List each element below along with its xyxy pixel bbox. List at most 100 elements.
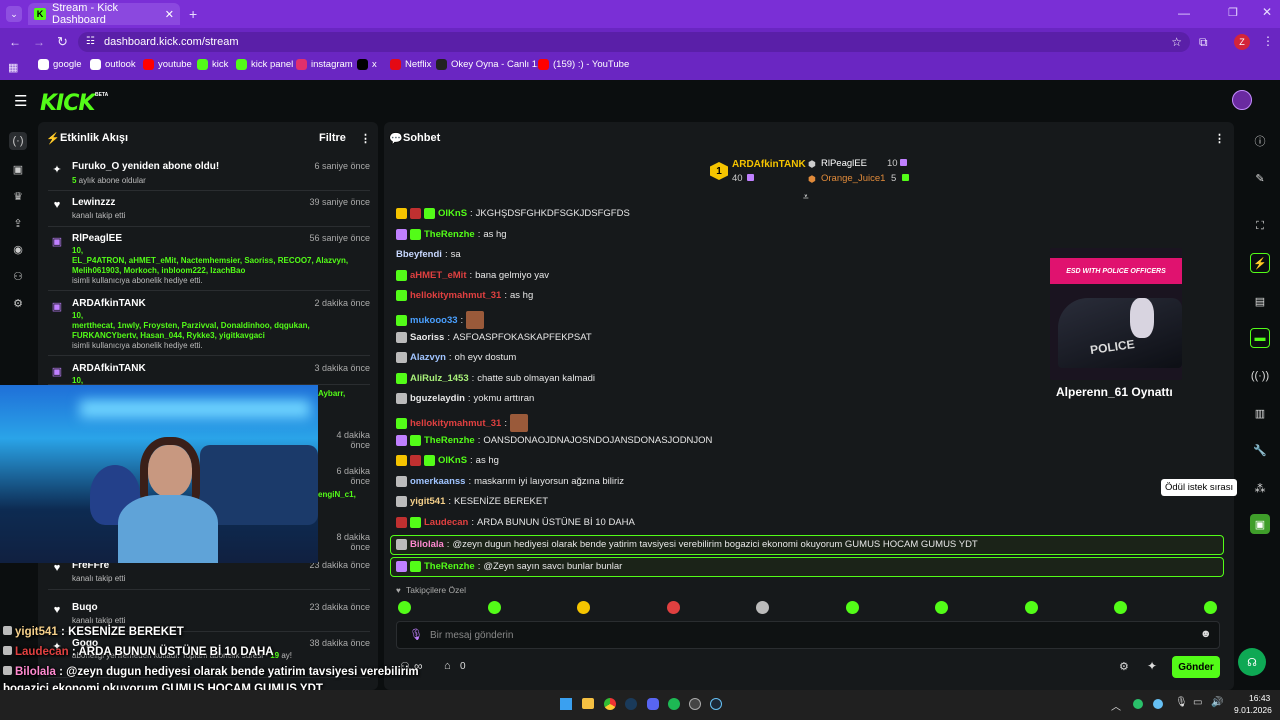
wrench-icon[interactable]: 🔧 xyxy=(1250,440,1270,460)
chat-username[interactable]: yigit541 xyxy=(410,496,445,507)
printer-icon[interactable]: ▥ xyxy=(1250,403,1270,423)
chat-tool-icon[interactable]: ▬ xyxy=(1250,328,1270,348)
activity-username[interactable]: ARDAfkinTANK xyxy=(72,363,146,374)
discord-icon[interactable] xyxy=(647,698,659,710)
emoji-icon[interactable]: ☻ xyxy=(1200,628,1212,640)
profile-avatar[interactable]: Z xyxy=(1234,34,1250,50)
user-avatar[interactable] xyxy=(1232,90,1252,110)
emote-icon[interactable] xyxy=(487,601,501,614)
forward-icon[interactable]: → xyxy=(33,35,45,49)
emote-icon[interactable] xyxy=(666,601,680,614)
chat-input[interactable]: 🎙 Bir mesaj gönderin ☻ xyxy=(396,621,1220,649)
mic-icon[interactable]: 🎙 xyxy=(409,628,423,641)
tray-chevron-icon[interactable]: ︿ xyxy=(1111,698,1121,713)
top-gifter-name[interactable]: ARDAfkinTANK xyxy=(732,159,806,170)
url-field[interactable]: ☷ dashboard.kick.com/stream ☆ xyxy=(78,32,1190,52)
chat-username[interactable]: bguzelaydin xyxy=(410,393,465,404)
activity-username[interactable]: Buqo xyxy=(72,602,98,613)
tab-search-button[interactable]: ⌄ xyxy=(6,6,22,22)
document-icon[interactable]: ▤ xyxy=(1250,291,1270,311)
chat-username[interactable]: Bbeyfendi xyxy=(396,249,442,260)
bookmark-item[interactable]: Okey Oyna - Canlı 1... xyxy=(436,59,545,70)
broadcast-icon[interactable]: (·) xyxy=(9,132,27,150)
emote-icon[interactable] xyxy=(845,601,859,614)
filter-button[interactable]: Filtre xyxy=(319,132,346,144)
back-icon[interactable]: ← xyxy=(9,35,21,49)
chat-reward-icon[interactable]: ✦ xyxy=(1147,659,1157,673)
clock-time[interactable]: 16:43 xyxy=(1249,693,1270,703)
activity-username[interactable]: Furuko_O yeniden abone oldu! xyxy=(72,161,219,172)
steam-icon[interactable] xyxy=(625,698,637,710)
kick-logo[interactable]: KICK xyxy=(40,91,95,116)
steam-icon-2[interactable] xyxy=(710,698,722,710)
expand-gifters-icon[interactable]: ⩡ xyxy=(803,192,809,203)
edit-pencil-icon[interactable]: ✎ xyxy=(1250,168,1270,188)
chat-username[interactable]: OlKnS xyxy=(438,455,467,466)
emote-icon[interactable] xyxy=(577,601,590,614)
chat-menu-icon[interactable]: ⋮ xyxy=(1214,132,1225,145)
camera-icon[interactable]: ◉ xyxy=(9,240,27,258)
site-info-icon[interactable]: ☷ xyxy=(86,36,95,47)
activity-username[interactable]: Lewinzzz xyxy=(72,197,115,208)
file-explorer-icon[interactable] xyxy=(582,698,594,709)
volume-icon[interactable]: 🔊 xyxy=(1211,697,1223,708)
bookmark-item[interactable]: Netflix xyxy=(390,59,431,70)
emote-icon[interactable] xyxy=(935,601,948,614)
reward-queue-icon[interactable]: ⁂ xyxy=(1250,478,1270,498)
chat-username[interactable]: TheRenzhe xyxy=(424,435,475,446)
bookmark-item[interactable]: kick panel xyxy=(236,59,293,70)
tab-close-icon[interactable]: ✕ xyxy=(165,8,174,21)
windows-start-icon[interactable] xyxy=(560,698,572,710)
chat-username[interactable]: mukooo33 xyxy=(410,315,458,326)
bookmark-item[interactable]: outlook xyxy=(90,59,136,70)
emote-icon[interactable] xyxy=(756,601,769,614)
new-tab-button[interactable]: + xyxy=(189,6,197,22)
spotify-icon[interactable] xyxy=(668,698,680,710)
send-button[interactable]: Gönder xyxy=(1172,656,1220,678)
stream-preview[interactable]: ESD WITH POLICE OFFICERS POLICE xyxy=(1050,248,1182,380)
chat-username[interactable]: Alazvyn xyxy=(410,352,446,363)
gifter-3-name[interactable]: Orange_Juice1 xyxy=(821,173,885,184)
chat-settings-icon[interactable]: ⚙ xyxy=(1119,660,1129,673)
extensions-icon[interactable]: ⧉ xyxy=(1199,35,1208,50)
broadcast-signal-icon[interactable]: ((·)) xyxy=(1250,366,1270,386)
tray-app-icon[interactable] xyxy=(1133,699,1143,709)
tray-mic-icon[interactable]: 🎙 xyxy=(1175,697,1188,708)
settings-gear-icon[interactable]: ⚙ xyxy=(9,294,27,312)
obs-icon[interactable] xyxy=(689,698,701,710)
dashboard-icon[interactable]: ▣ xyxy=(9,160,27,178)
emote-icon[interactable] xyxy=(1024,601,1038,614)
bookmark-item[interactable]: (159) :) - YouTube xyxy=(538,59,629,70)
chat-username[interactable]: TheRenzhe xyxy=(424,561,475,572)
chrome-icon[interactable] xyxy=(604,698,616,710)
emote-icon[interactable] xyxy=(1114,601,1127,614)
clock-date[interactable]: 9.01.2026 xyxy=(1234,705,1272,715)
activity-username[interactable]: RlPeaglEE xyxy=(72,233,122,244)
activity-menu-icon[interactable]: ⋮ xyxy=(360,132,371,145)
menu-dots-icon[interactable]: ⋮ xyxy=(1262,34,1274,48)
upload-icon[interactable]: ⇪ xyxy=(9,214,27,232)
gifter-2-name[interactable]: RlPeaglEE xyxy=(821,158,867,169)
hamburger-menu-icon[interactable]: ☰ xyxy=(14,92,27,110)
chat-username[interactable]: hellokitymahmut_31 xyxy=(410,290,501,301)
maximize-icon[interactable]: ❐ xyxy=(1228,6,1238,19)
minimize-icon[interactable]: — xyxy=(1178,6,1190,20)
channel-points-icon[interactable]: ⌂ xyxy=(444,660,451,672)
chat-username[interactable]: omerkaanss xyxy=(410,476,465,487)
bookmark-item[interactable]: kick xyxy=(197,59,228,70)
support-icon[interactable]: ☊ xyxy=(1238,648,1266,676)
emote-icon[interactable] xyxy=(398,601,411,614)
chat-username[interactable]: Bilolala xyxy=(410,539,444,550)
close-window-icon[interactable]: ✕ xyxy=(1262,5,1272,19)
apps-grid-icon[interactable]: ▦ xyxy=(8,61,18,74)
chat-username[interactable]: Saoriss xyxy=(410,332,444,343)
info-icon[interactable]: ⓘ xyxy=(1250,131,1270,151)
bookmark-star-icon[interactable]: ☆ xyxy=(1171,35,1182,49)
bookmark-item[interactable]: x xyxy=(357,59,377,70)
browser-tab[interactable]: K Stream - Kick Dashboard ✕ xyxy=(28,2,180,26)
chat-username[interactable]: AliRulz_1453 xyxy=(410,373,469,384)
tray-steam-icon[interactable] xyxy=(1153,699,1163,709)
network-icon[interactable]: ▭ xyxy=(1193,697,1202,708)
users-icon[interactable]: ⚇ xyxy=(9,267,27,285)
game-icon[interactable]: ▣ xyxy=(1250,514,1270,534)
